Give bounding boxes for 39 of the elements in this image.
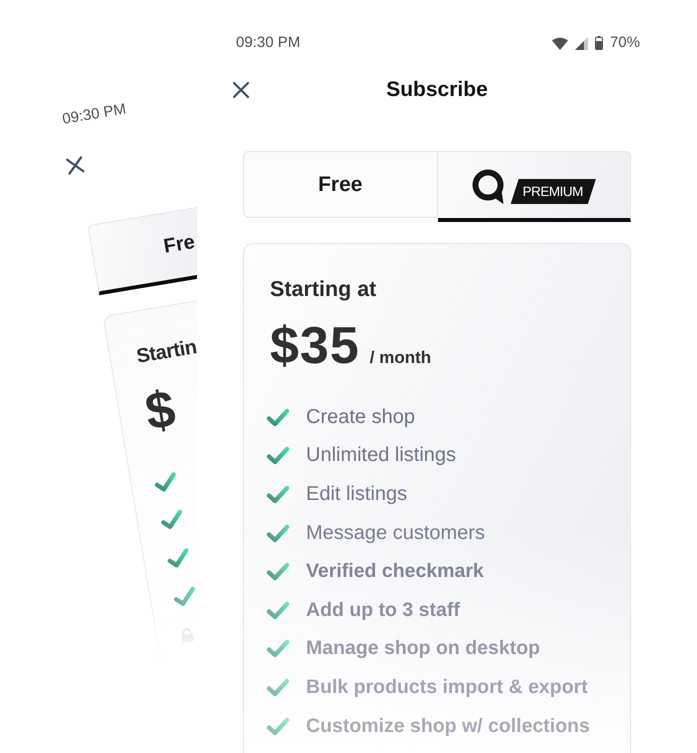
feature-label: Edit listings — [306, 482, 408, 506]
feature-label: Manage shop on desktop — [306, 637, 540, 660]
screen-title: Subscribe — [386, 78, 488, 102]
feature-label: Verified checkmark — [306, 560, 484, 584]
speech-bubble-icon — [472, 168, 506, 205]
feature-label: Message customers — [306, 522, 485, 545]
plan-tab[interactable]: PREMIUM — [438, 151, 631, 222]
check-icon — [266, 408, 290, 427]
feature-label: Create shop — [306, 406, 415, 429]
check-icon — [171, 585, 197, 608]
battery-icon — [594, 36, 603, 50]
check-icon — [266, 524, 290, 543]
tier-badge: PREMIUM — [510, 179, 596, 204]
status-time: 09:30 PM — [60, 100, 128, 130]
plan-tab[interactable]: Fre — [87, 206, 197, 296]
close-icon[interactable] — [64, 155, 86, 176]
status-time: 09:30 PM — [236, 33, 300, 53]
feature-label: Customize shop w/ collections — [306, 714, 590, 738]
signal-icon — [574, 36, 588, 50]
feature-label: Unlimited listings — [306, 444, 456, 468]
check-icon — [266, 639, 290, 658]
check-icon — [266, 562, 290, 582]
check-icon — [152, 471, 179, 494]
feature-label: Bulk products import & export — [306, 676, 588, 699]
plan-tab[interactable]: Free — [243, 151, 438, 218]
price-period: / month — [370, 348, 432, 368]
price-amount: $ — [141, 380, 180, 442]
wifi-icon — [552, 36, 568, 50]
battery-percent: 70% — [610, 33, 640, 53]
plan-heading: Starting at — [270, 277, 376, 301]
plan-heading: Startin — [134, 335, 197, 370]
check-icon — [266, 484, 290, 504]
check-icon — [266, 600, 290, 620]
check-icon — [266, 678, 290, 697]
close-icon[interactable] — [232, 81, 250, 99]
price-amount: $35 — [270, 318, 360, 374]
feature-label: Add up to 3 staff — [306, 598, 460, 622]
check-icon — [266, 446, 290, 466]
check-icon — [266, 716, 290, 736]
